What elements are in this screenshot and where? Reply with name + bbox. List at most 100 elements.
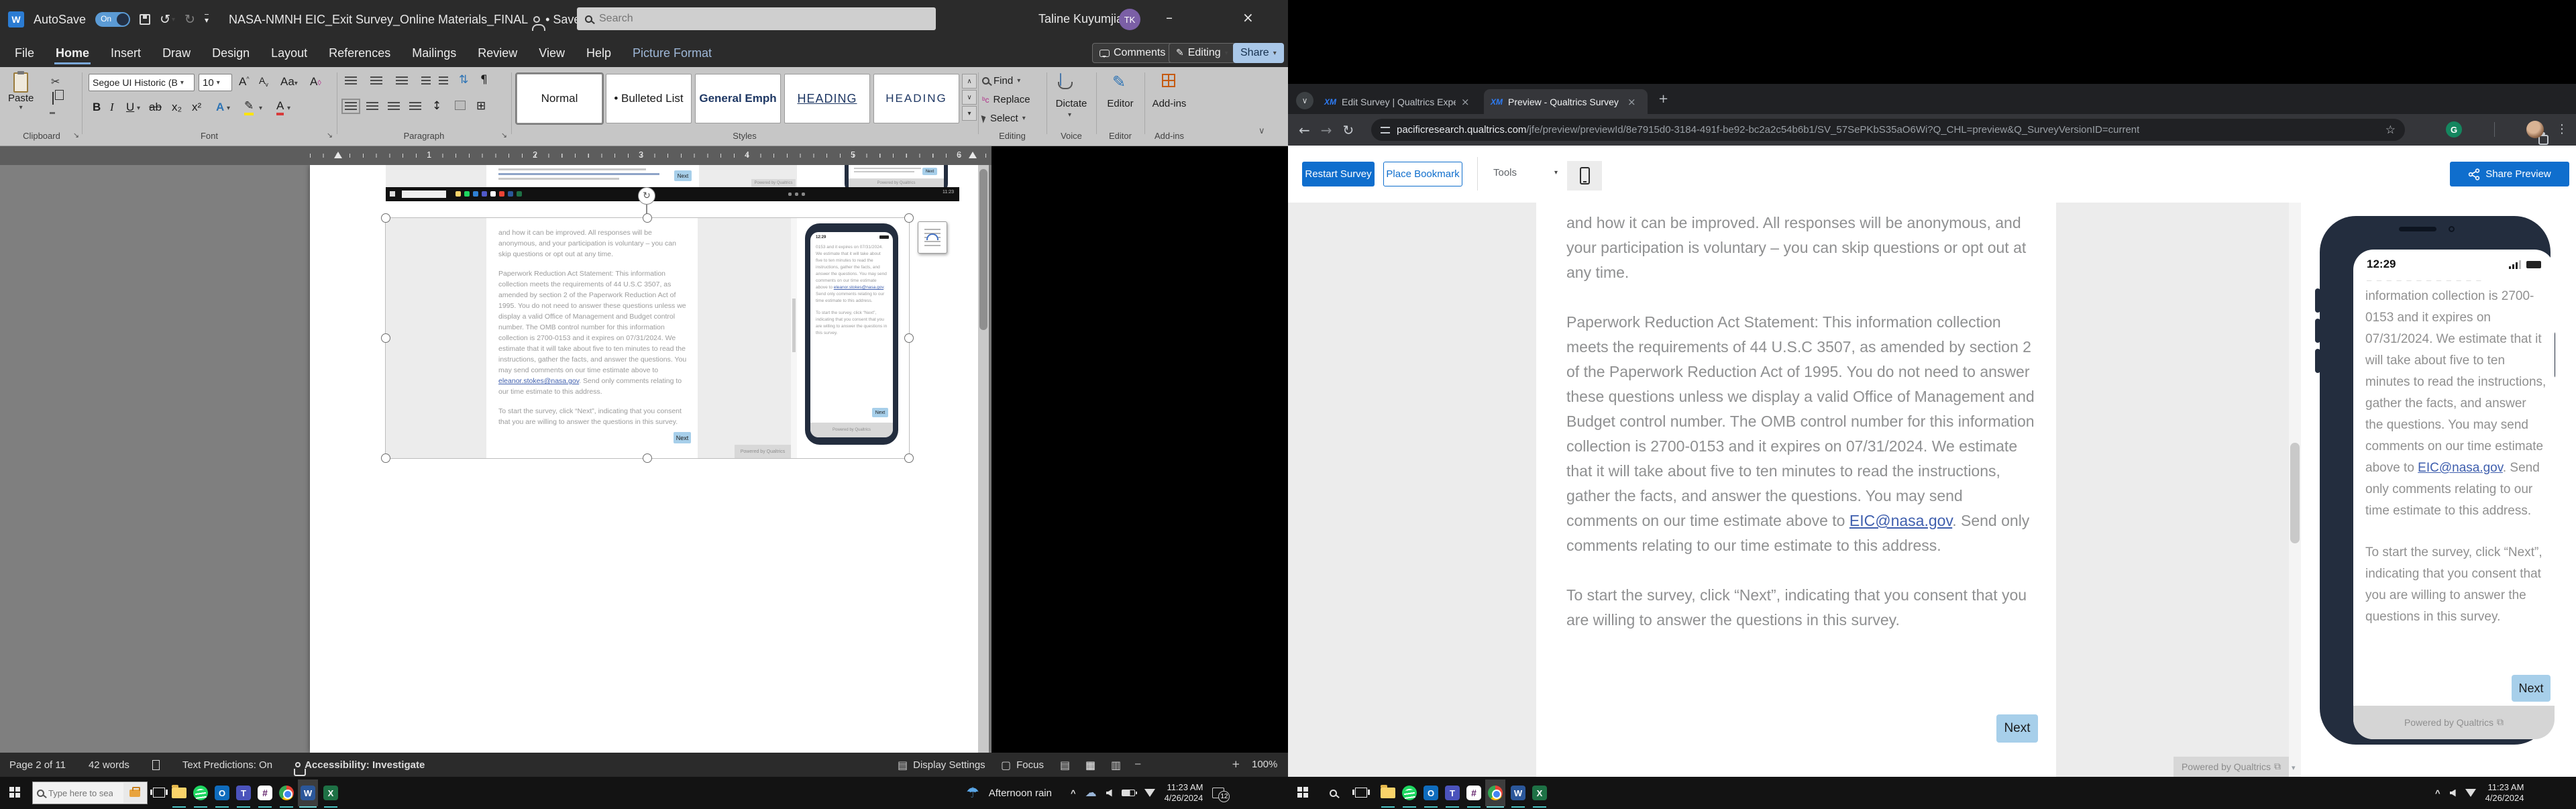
survey-scrollbar[interactable]: ▾ bbox=[2289, 203, 2301, 777]
taskbar2-file-explorer[interactable] bbox=[1378, 779, 1398, 806]
accessibility-status[interactable]: Accessibility: Investigate bbox=[295, 759, 425, 771]
page-indicator[interactable]: Page 2 of 11 bbox=[9, 759, 66, 771]
document-canvas[interactable]: Next Powered by Qualtrics Next Powered b… bbox=[0, 165, 991, 753]
editing-mode-button[interactable]: ✎Editing▾ bbox=[1169, 43, 1236, 63]
grow-font-button[interactable]: A^ bbox=[239, 75, 250, 89]
scrollbar-thumb[interactable] bbox=[2290, 443, 2300, 543]
selection-handle-ne[interactable] bbox=[904, 213, 914, 223]
selection-handle-nw[interactable] bbox=[381, 213, 390, 223]
clear-formatting-button[interactable]: A◊ bbox=[310, 75, 321, 89]
style-general-emph[interactable]: General Emph bbox=[695, 74, 781, 123]
taskbar2-chrome[interactable] bbox=[1485, 779, 1505, 806]
dictate-button[interactable] bbox=[1060, 74, 1061, 86]
borders-icon[interactable]: ⊞ bbox=[476, 99, 486, 113]
styles-scroll-down[interactable]: ∨ bbox=[962, 90, 977, 105]
superscript-button[interactable]: x² bbox=[192, 101, 201, 114]
increase-indent-icon[interactable] bbox=[439, 76, 448, 85]
taskbar-slack[interactable]: # bbox=[255, 779, 275, 806]
italic-button[interactable]: I bbox=[110, 101, 114, 114]
style-bulleted-list[interactable]: • Bulleted List bbox=[606, 74, 692, 123]
cut-button[interactable]: ✂ bbox=[51, 75, 60, 89]
style-heading2[interactable]: HEADING bbox=[873, 74, 959, 123]
tab-draw[interactable]: Draw bbox=[160, 41, 193, 66]
numbering-icon[interactable] bbox=[370, 76, 382, 85]
search-icon-2[interactable] bbox=[1330, 790, 1337, 797]
shading-icon[interactable] bbox=[455, 101, 466, 110]
multilevel-list-icon[interactable] bbox=[396, 76, 408, 85]
task-view-button-2[interactable] bbox=[1355, 788, 1367, 798]
taskbar-outlook[interactable]: O bbox=[212, 779, 232, 806]
word-search-box[interactable] bbox=[577, 7, 936, 30]
web-layout-icon[interactable]: ▥ bbox=[1111, 759, 1121, 771]
zoom-in-button[interactable]: + bbox=[1232, 758, 1240, 770]
find-button[interactable]: Find▾ bbox=[982, 75, 1020, 87]
line-spacing-icon[interactable]: ↕ bbox=[432, 99, 441, 113]
style-normal[interactable]: Normal bbox=[517, 74, 602, 123]
align-center-icon[interactable] bbox=[366, 102, 378, 111]
underline-dropdown-icon[interactable]: ▾ bbox=[137, 105, 140, 112]
taskbar2-word[interactable]: W bbox=[1508, 779, 1528, 806]
avatar[interactable]: TK bbox=[1119, 9, 1140, 30]
task-view-button[interactable] bbox=[153, 788, 165, 798]
tab-search-icon[interactable]: ∨ bbox=[1296, 92, 1313, 109]
dropdown-icon[interactable]: ▾ bbox=[1068, 111, 1071, 119]
bullets-icon[interactable] bbox=[345, 76, 357, 85]
undo-dropdown-icon[interactable]: ▾ bbox=[172, 16, 175, 23]
taskbar-teams[interactable]: T bbox=[233, 779, 254, 806]
action-center-icon[interactable]: 12 bbox=[1212, 788, 1224, 798]
taskbar2-spotify[interactable] bbox=[1399, 779, 1419, 806]
powered-by-qualtrics[interactable]: Powered by Qualtrics⧉ bbox=[2174, 757, 2289, 777]
selection-handle-se[interactable] bbox=[904, 453, 914, 463]
addins-button[interactable]: Add-ins bbox=[1148, 98, 1190, 109]
focus-mode[interactable]: ▢Focus bbox=[1001, 753, 1044, 777]
print-layout-icon[interactable]: ▦ bbox=[1085, 759, 1095, 771]
shrink-font-button[interactable]: Av bbox=[259, 75, 268, 88]
scroll-down-arrow[interactable]: ▾ bbox=[2292, 763, 2296, 772]
text-effects-button[interactable]: A bbox=[216, 101, 224, 114]
clock-2[interactable]: 11:23 AM4/26/2024 bbox=[2485, 782, 2524, 804]
subscript-button[interactable]: x₂ bbox=[172, 101, 182, 114]
dropdown-icon[interactable]: ▾ bbox=[227, 105, 230, 112]
redo-icon[interactable]: ↻ bbox=[184, 12, 195, 27]
addins-icon[interactable] bbox=[1162, 74, 1175, 87]
editor-button[interactable]: Editor bbox=[1100, 98, 1140, 109]
replace-button[interactable]: ᵇcReplace bbox=[982, 94, 1030, 105]
zoom-out-button[interactable]: – bbox=[1135, 758, 1140, 769]
chrome-tab-edit-survey[interactable]: XM Edit Survey | Qualtrics Experien × bbox=[1318, 89, 1481, 114]
selection-handle-e[interactable] bbox=[904, 333, 914, 343]
word-search-input[interactable] bbox=[599, 13, 733, 25]
volume-icon[interactable] bbox=[2450, 790, 2456, 797]
reload-button[interactable]: ↻ bbox=[1343, 122, 1354, 138]
wifi-icon[interactable] bbox=[1144, 789, 1155, 797]
sort-icon[interactable]: ⇅ bbox=[459, 73, 468, 87]
tab-design[interactable]: Design bbox=[209, 41, 252, 66]
display-settings[interactable]: ▤Display Settings bbox=[898, 753, 985, 777]
site-info-icon[interactable] bbox=[1381, 127, 1390, 133]
address-bar[interactable]: pacificresearch.qualtrics.com/jfe/previe… bbox=[1371, 119, 2405, 141]
tab-close-icon[interactable]: × bbox=[1461, 96, 1470, 108]
profile-avatar[interactable] bbox=[2526, 121, 2544, 138]
tab-references[interactable]: References bbox=[326, 41, 393, 66]
paragraph-dialog-launcher[interactable]: ↘ bbox=[501, 131, 507, 140]
taskbar-search[interactable] bbox=[32, 781, 148, 804]
next-button[interactable]: Next bbox=[2512, 675, 2551, 702]
change-case-button[interactable]: Aa▾ bbox=[280, 75, 298, 89]
chrome-tab-preview[interactable]: XM Preview - Qualtrics Survey | Qua × bbox=[1484, 89, 1648, 114]
tab-home[interactable]: Home bbox=[53, 41, 92, 66]
tools-dropdown[interactable]: Tools▾ bbox=[1493, 167, 1558, 178]
selection-handle-sw[interactable] bbox=[381, 453, 390, 463]
grammarly-extension-icon[interactable]: G bbox=[2446, 121, 2462, 138]
quick-access-chevron-icon[interactable]: ▾ bbox=[205, 14, 209, 25]
clipboard-dialog-launcher[interactable]: ↘ bbox=[73, 131, 79, 140]
dropdown-icon[interactable]: ▾ bbox=[287, 105, 290, 112]
editor-icon[interactable]: ✎ bbox=[1112, 72, 1126, 91]
scrollbar-thumb[interactable] bbox=[979, 169, 987, 330]
battery-icon[interactable] bbox=[1122, 790, 1135, 796]
select-button[interactable]: Select▾ bbox=[982, 113, 1026, 124]
align-left-icon[interactable] bbox=[345, 102, 357, 111]
layout-options-button[interactable] bbox=[918, 221, 947, 254]
selection-handle-n[interactable] bbox=[643, 213, 652, 223]
paste-button[interactable]: Paste ▾ bbox=[8, 72, 34, 111]
taskbar2-excel[interactable]: X bbox=[1529, 779, 1550, 806]
taskbar2-teams[interactable]: T bbox=[1442, 779, 1462, 806]
